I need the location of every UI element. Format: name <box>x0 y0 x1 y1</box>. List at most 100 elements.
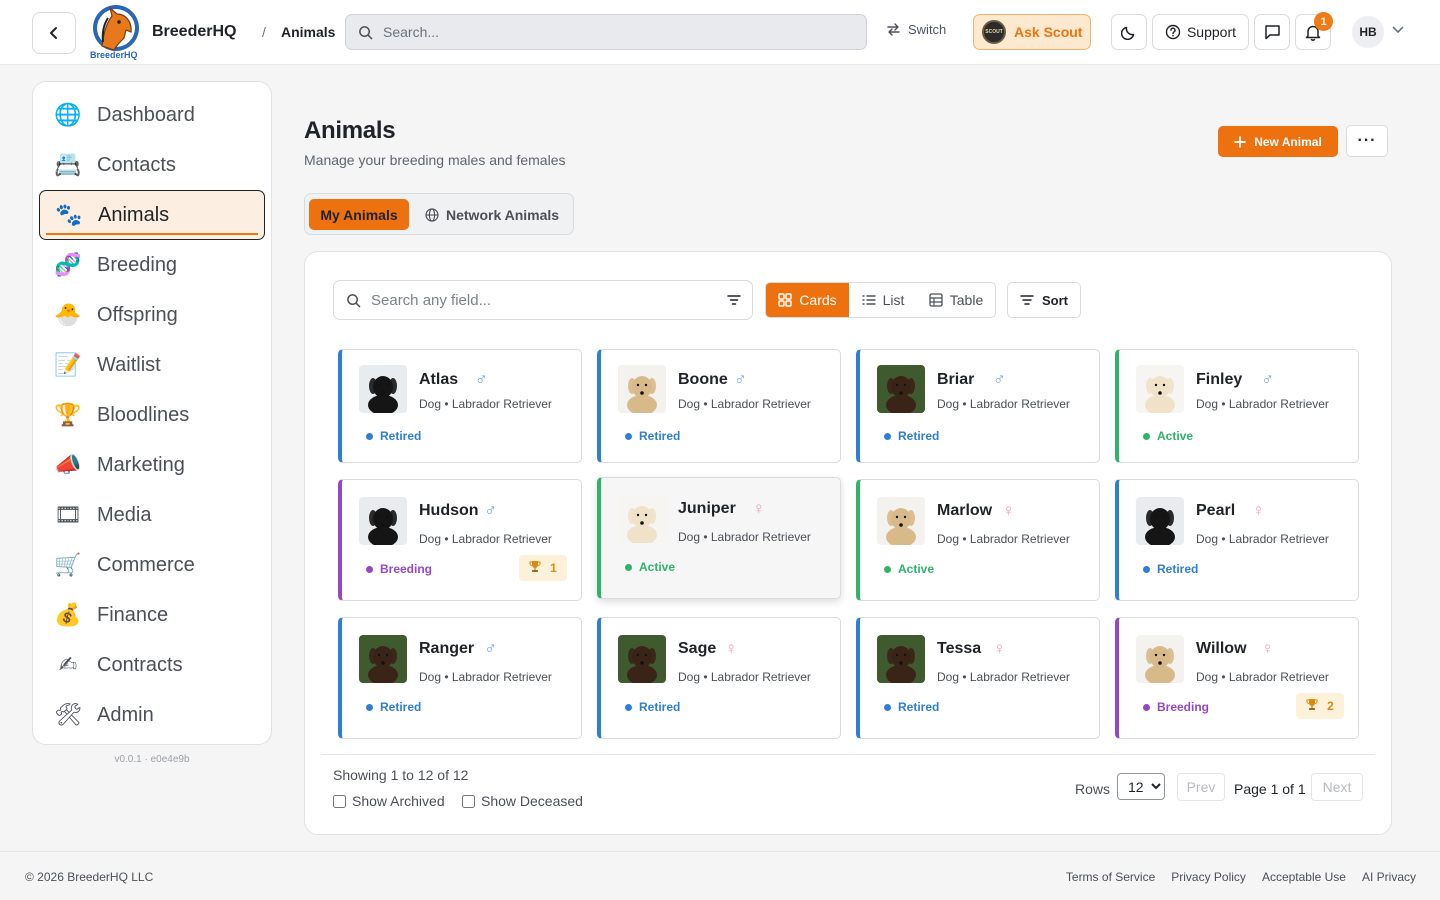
animal-card-ranger[interactable]: Ranger ♂ Dog • Labrador Retriever Retired <box>338 617 582 739</box>
more-options-button[interactable]: ··· <box>1346 125 1388 157</box>
view-cards-label: Cards <box>799 292 837 308</box>
animal-card-briar[interactable]: Briar ♂ Dog • Labrador Retriever Retired <box>856 349 1100 463</box>
view-list-label: List <box>882 292 905 308</box>
theme-toggle-button[interactable] <box>1111 14 1147 50</box>
status-badge: Breeding <box>1143 700 1209 714</box>
back-button[interactable] <box>32 12 76 54</box>
status-dot-icon <box>366 565 373 573</box>
sidebar-item-offspring[interactable]: 🐣 Offspring <box>33 290 271 340</box>
female-icon: ♀ <box>1261 639 1274 658</box>
litter-count-badge[interactable]: 2 <box>1296 693 1344 719</box>
rows-per-page-select[interactable]: 12 <box>1117 773 1165 800</box>
animal-name: Boone <box>678 371 728 388</box>
litter-count: 1 <box>550 561 557 575</box>
grid-icon <box>778 293 793 307</box>
view-table-button[interactable]: Table <box>917 283 995 317</box>
footer-link-terms[interactable]: Terms of Service <box>1066 870 1155 884</box>
footer-links: Terms of Service Privacy Policy Acceptab… <box>1066 870 1416 884</box>
animal-card-marlow[interactable]: Marlow ♀ Dog • Labrador Retriever Active <box>856 479 1100 601</box>
next-page-button[interactable]: Next <box>1311 773 1363 801</box>
sidebar-item-label: Breeding <box>97 253 178 276</box>
view-list-button[interactable]: List <box>849 283 917 317</box>
sidebar-item-commerce[interactable]: 🛒 Commerce <box>33 540 271 590</box>
animal-photo <box>618 635 666 683</box>
animal-card-boone[interactable]: Boone ♂ Dog • Labrador Retriever Retired <box>597 349 841 463</box>
animal-card-atlas[interactable]: Atlas ♂ Dog • Labrador Retriever Retired <box>338 349 582 463</box>
animal-card-tessa[interactable]: Tessa ♀ Dog • Labrador Retriever Retired <box>856 617 1100 739</box>
field-search-input[interactable] <box>371 291 711 309</box>
page-indicator: Page 1 of 1 <box>1234 781 1306 797</box>
messages-button[interactable] <box>1254 14 1290 50</box>
footer-link-privacy[interactable]: Privacy Policy <box>1171 870 1246 884</box>
scout-badge-icon: SCOUT <box>982 20 1006 44</box>
status-label: Breeding <box>1157 700 1210 714</box>
sidebar-item-breeding[interactable]: 🧬 Breeding <box>33 240 271 290</box>
animal-breed: Dog • Labrador Retriever <box>1196 670 1329 684</box>
sidebar-item-bloodlines[interactable]: 🏆 Bloodlines <box>33 390 271 440</box>
status-dot-icon <box>625 563 632 571</box>
animal-card-willow[interactable]: Willow ♀ Dog • Labrador Retriever Breeding 2 <box>1115 617 1359 739</box>
animal-photo <box>618 495 666 543</box>
status-badge: Breeding <box>366 562 432 576</box>
show-deceased-toggle[interactable]: Show Deceased <box>462 793 583 809</box>
animal-breed: Dog • Labrador Retriever <box>937 397 1070 411</box>
footer-link-ai-privacy[interactable]: AI Privacy <box>1362 870 1416 884</box>
sidebar-item-label: Contacts <box>97 153 176 176</box>
animal-card-finley[interactable]: Finley ♂ Dog • Labrador Retriever Active <box>1115 349 1359 463</box>
commerce-icon: 🛒 <box>54 552 82 577</box>
status-label: Retired <box>639 429 681 443</box>
panel-divider <box>321 754 1375 755</box>
ask-scout-button[interactable]: SCOUT Ask Scout <box>973 14 1091 50</box>
animal-photo <box>1136 497 1184 545</box>
global-search[interactable] <box>345 14 867 50</box>
dashboard-icon: 🌐 <box>54 102 82 127</box>
animal-card-hudson[interactable]: Hudson ♂ Dog • Labrador Retriever Breeding 1 <box>338 479 582 601</box>
sidebar-item-waitlist[interactable]: 📝 Waitlist <box>33 340 271 390</box>
brand-name[interactable]: BreederHQ <box>152 23 236 41</box>
animal-card-juniper[interactable]: Juniper ♀ Dog • Labrador Retriever Active <box>597 477 841 599</box>
moon-icon <box>1121 26 1135 40</box>
animal-photo <box>359 365 407 413</box>
global-search-input[interactable] <box>383 24 843 40</box>
sidebar-item-dashboard[interactable]: 🌐 Dashboard <box>33 90 271 140</box>
show-deceased-checkbox[interactable] <box>462 794 475 808</box>
notification-count-badge: 1 <box>1314 12 1333 31</box>
field-search[interactable] <box>333 280 753 320</box>
media-icon: 🎞 <box>54 502 82 527</box>
litter-count-badge[interactable]: 1 <box>519 555 567 581</box>
chevron-down-icon[interactable] <box>1392 26 1404 34</box>
sidebar-item-finance[interactable]: 💰 Finance <box>33 590 271 640</box>
show-archived-checkbox[interactable] <box>333 794 346 808</box>
sidebar-item-marketing[interactable]: 📣 Marketing <box>33 440 271 490</box>
support-button[interactable]: Support <box>1152 14 1249 50</box>
sidebar-item-admin[interactable]: 🛠 Admin <box>33 690 271 740</box>
animal-photo <box>359 497 407 545</box>
tab-network-animals[interactable]: Network Animals <box>425 199 559 230</box>
view-cards-button[interactable]: Cards <box>766 283 849 317</box>
user-avatar[interactable]: HB <box>1352 16 1384 48</box>
animal-name: Juniper <box>678 500 736 517</box>
female-icon: ♀ <box>724 639 738 658</box>
animal-card-pearl[interactable]: Pearl ♀ Dog • Labrador Retriever Retired <box>1115 479 1359 601</box>
animal-card-sage[interactable]: Sage ♀ Dog • Labrador Retriever Retired <box>597 617 841 739</box>
sidebar-item-animals[interactable]: 🐾 Animals <box>39 190 265 240</box>
animal-name: Briar <box>937 371 975 388</box>
footer-link-acceptable-use[interactable]: Acceptable Use <box>1262 870 1346 884</box>
sort-button[interactable]: Sort <box>1007 282 1081 318</box>
copyright: © 2026 BreederHQ LLC <box>25 870 154 884</box>
status-dot-icon <box>625 703 632 711</box>
status-badge: Retired <box>625 700 680 714</box>
sidebar-item-contracts[interactable]: ✍ Contracts <box>33 640 271 690</box>
new-animal-button[interactable]: New Animal <box>1218 126 1338 157</box>
filter-icon[interactable] <box>726 292 742 308</box>
tab-my-animals[interactable]: My Animals <box>309 199 409 230</box>
sidebar-item-contacts[interactable]: 📇 Contacts <box>33 140 271 190</box>
show-archived-toggle[interactable]: Show Archived <box>333 793 445 809</box>
status-badge: Retired <box>1143 562 1198 576</box>
support-label: Support <box>1186 24 1237 40</box>
switch-button[interactable]: Switch <box>886 22 946 37</box>
prev-page-button[interactable]: Prev <box>1177 773 1225 801</box>
sidebar-item-media[interactable]: 🎞 Media <box>33 490 271 540</box>
status-badge: Retired <box>366 700 421 714</box>
sidebar-item-label: Admin <box>97 703 154 726</box>
